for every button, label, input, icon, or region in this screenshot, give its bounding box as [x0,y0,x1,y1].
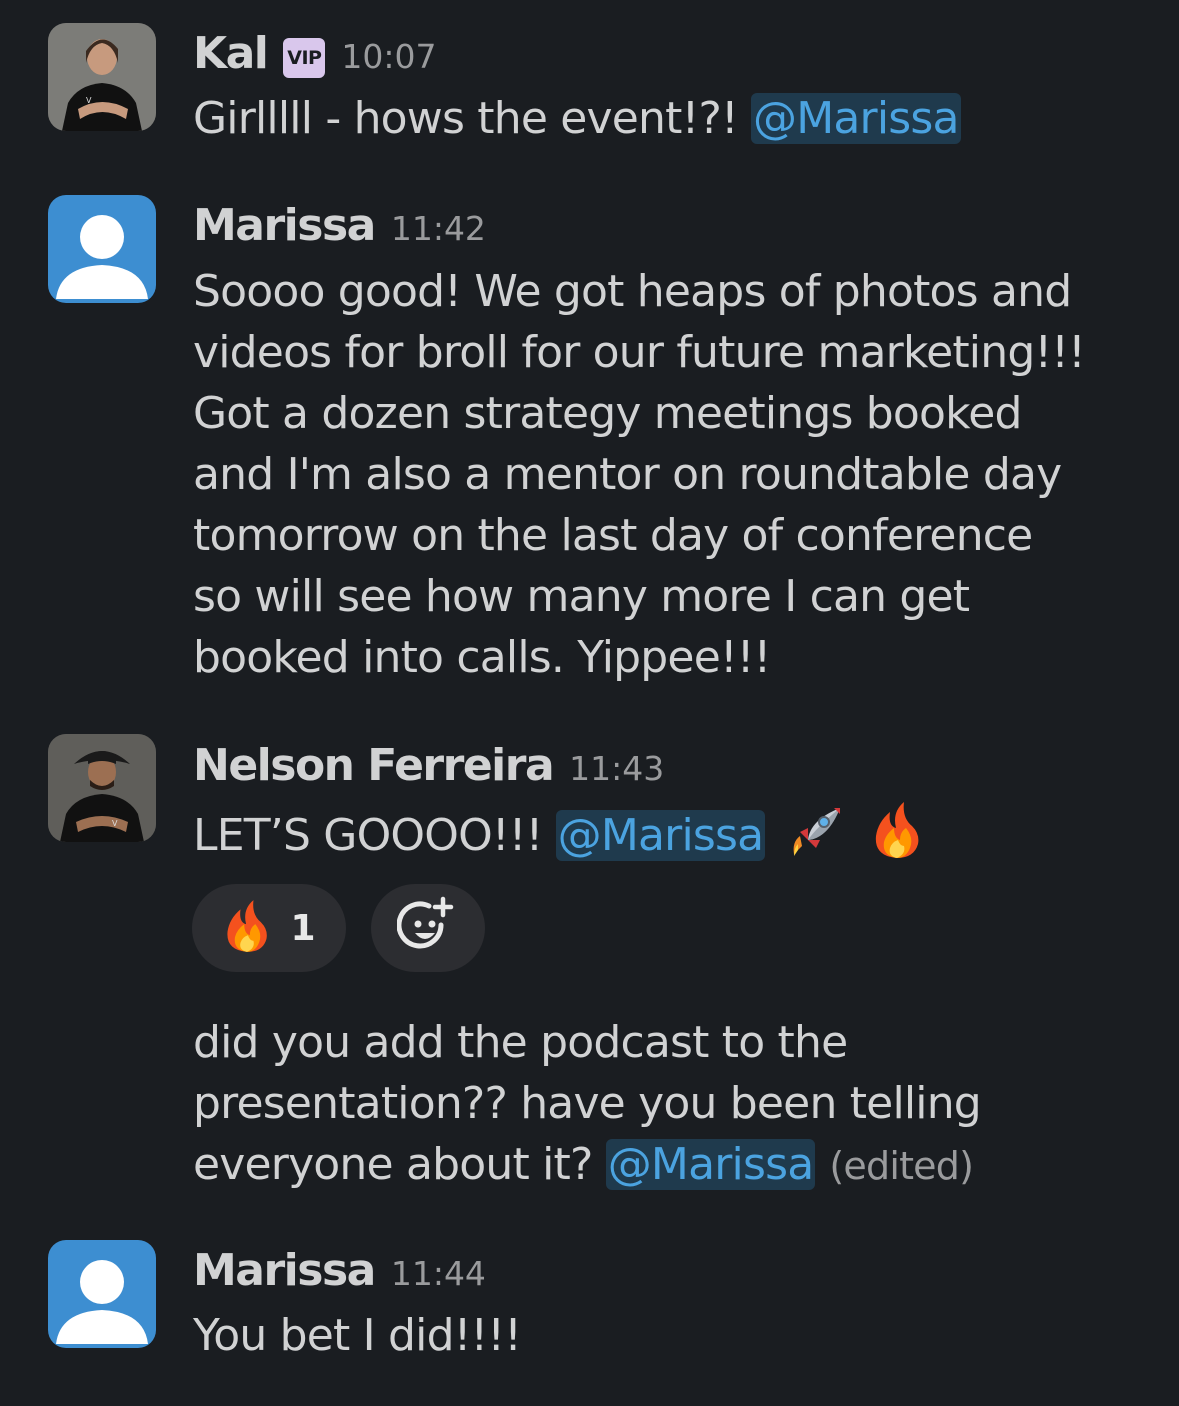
message-text-content: LET’S GOOOO!!! [193,810,556,861]
reaction-fire[interactable]: 1 [192,884,346,972]
message-line: videos for broll for our future marketin… [193,327,1086,378]
add-reaction-button[interactable] [371,884,485,972]
nelson-avatar[interactable]: V [48,734,156,842]
message-text: You bet I did!!!! [193,1305,522,1366]
author-name[interactable]: Marissa [193,1245,376,1296]
author-name[interactable]: Nelson Ferreira [193,740,555,791]
rocket-emoji [788,802,846,876]
user-mention[interactable]: @Marissa [605,1139,816,1190]
message-line: presentation?? have you been telling [193,1078,982,1129]
timestamp[interactable]: 11:44 [391,1254,486,1293]
message-text-content: everyone about it? [193,1139,606,1190]
message-line: booked into calls. Yippee!!! [193,632,771,683]
message-line: did you add the podcast to the [193,1017,848,1068]
message-text-content: Girlllll - hows the event!?! [193,93,752,144]
fire-icon [222,898,272,958]
timestamp[interactable]: 11:42 [391,209,486,248]
add-reaction-icon [396,895,459,961]
message-text-content: You bet I did!!!! [193,1310,522,1361]
default-user-avatar[interactable] [48,1240,156,1348]
message-line: and I'm also a mentor on roundtable day [193,449,1062,500]
user-mention[interactable]: @Marissa [751,93,961,144]
message-text: Soooo good! We got heaps of photos and v… [193,261,1086,688]
message-line: everyone about it? @Marissa (edited) [193,1134,981,1197]
kal-avatar[interactable]: V [48,23,156,131]
author-name[interactable]: Marissa [193,200,376,251]
svg-text:V: V [86,96,92,105]
reactions-bar: 1 [192,884,485,972]
message-text: did you add the podcast to the presentat… [193,1012,982,1197]
fire-emoji [870,800,924,876]
message-line: tomorrow on the last day of conference [193,510,1033,561]
timestamp[interactable]: 11:43 [569,749,664,788]
message-line: Got a dozen strategy meetings booked [193,388,1022,439]
svg-text:V: V [112,819,118,828]
message-text: Girlllll - hows the event!?! @Marissa [193,88,961,149]
default-user-avatar[interactable] [48,195,156,303]
edited-label: (edited) [829,1144,974,1188]
message-text: LET’S GOOOO!!! @Marissa [193,800,924,876]
timestamp[interactable]: 10:07 [341,37,436,76]
vip-badge: VIP [283,38,326,78]
author-name[interactable]: Kal [193,28,269,79]
message-line: Soooo good! We got heaps of photos and [193,266,1072,317]
user-mention[interactable]: @Marissa [555,810,766,861]
message-line: so will see how many more I can get [193,571,970,622]
reaction-count: 1 [290,907,316,949]
